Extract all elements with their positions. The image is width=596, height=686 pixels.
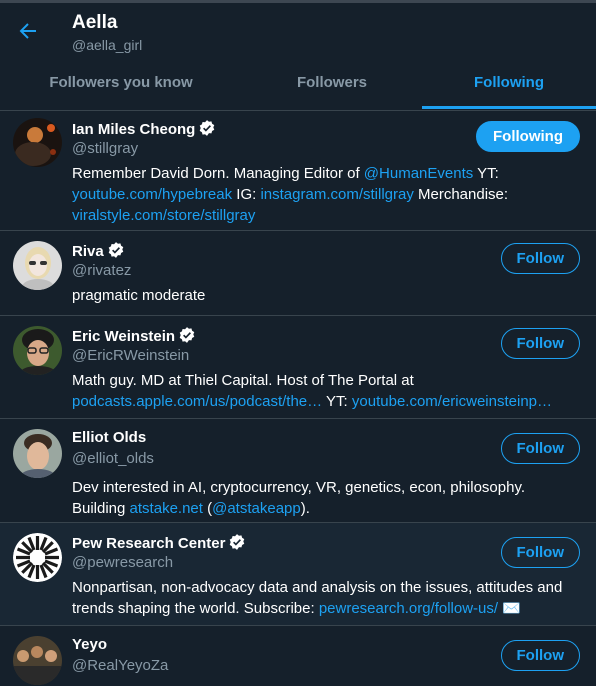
bio-text: Merchandise: xyxy=(413,186,509,203)
avatar[interactable] xyxy=(13,636,62,685)
back-arrow-icon[interactable] xyxy=(16,19,40,43)
verified-badge-icon xyxy=(178,326,196,348)
tab-bar: Followers you know Followers Following xyxy=(0,59,596,111)
user-name[interactable]: Ian Miles Cheong xyxy=(72,119,216,141)
bio-text: IG: xyxy=(232,186,261,203)
profile-header: Aella @aella_girl xyxy=(0,3,596,59)
user-handle: @stillgray xyxy=(72,140,139,157)
bio-link[interactable]: podcasts.apple.com/us/podcast/the… xyxy=(72,393,322,410)
bio-text: Math guy. MD at Thiel Capital. Host of T… xyxy=(72,372,414,389)
user-name[interactable]: Pew Research Center xyxy=(72,533,246,555)
follow-button[interactable]: Follow xyxy=(500,328,580,359)
active-tab-indicator xyxy=(422,106,596,109)
bio-text: ✉️ xyxy=(498,600,521,617)
profile-handle: @aella_girl xyxy=(72,37,143,53)
avatar[interactable] xyxy=(13,533,62,582)
user-bio: Nonpartisan, non-advocacy data and analy… xyxy=(72,577,580,619)
list-item[interactable]: Riva @rivatez Follow pragmatic moderate xyxy=(0,231,596,316)
tab-followers-you-know[interactable]: Followers you know xyxy=(0,59,242,108)
list-item[interactable]: Eric Weinstein @EricRWeinstein Follow Ma… xyxy=(0,316,596,419)
user-handle: @pewresearch xyxy=(72,554,174,571)
user-name[interactable]: Riva xyxy=(72,241,125,263)
user-name[interactable]: Yeyo xyxy=(72,636,107,653)
bio-text: ( xyxy=(202,500,213,517)
bio-link[interactable]: pewresearch.org/follow-us/ xyxy=(319,600,498,617)
bio-text: YT: xyxy=(322,393,352,410)
follow-button[interactable]: Follow xyxy=(500,640,580,671)
user-bio: Remember David Dorn. Managing Editor of … xyxy=(72,163,580,226)
profile-name: Aella xyxy=(72,12,118,33)
avatar[interactable] xyxy=(13,326,62,375)
bio-link[interactable]: atstake.net xyxy=(130,500,203,517)
follow-button[interactable]: Follow xyxy=(500,243,580,274)
avatar[interactable] xyxy=(13,118,62,167)
tab-following[interactable]: Following xyxy=(422,59,596,108)
follow-button[interactable]: Follow xyxy=(500,537,580,568)
follow-button[interactable]: Follow xyxy=(500,433,580,464)
list-item[interactable]: Ian Miles Cheong @stillgray Following Re… xyxy=(0,111,596,231)
list-item[interactable]: Yeyo @RealYeyoZa Follow xyxy=(0,626,596,686)
list-item[interactable]: Elliot Olds @elliot_olds Follow Dev inte… xyxy=(0,419,596,523)
bio-link[interactable]: youtube.com/hypebreak xyxy=(72,186,232,203)
bio-text: YT: xyxy=(473,165,499,182)
list-item[interactable]: Pew Research Center @pewresearch Follow … xyxy=(0,523,596,626)
user-bio: Dev interested in AI, cryptocurrency, VR… xyxy=(72,477,580,519)
verified-badge-icon xyxy=(228,533,246,555)
user-handle: @EricRWeinstein xyxy=(72,347,190,364)
bio-link[interactable]: viralstyle.com/store/stillgray xyxy=(72,207,255,224)
user-handle: @rivatez xyxy=(72,262,132,279)
user-bio: pragmatic moderate xyxy=(72,285,580,306)
following-button[interactable]: Following xyxy=(476,121,580,152)
verified-badge-icon xyxy=(198,119,216,141)
user-handle: @RealYeyoZa xyxy=(72,657,169,674)
following-list: Ian Miles Cheong @stillgray Following Re… xyxy=(0,111,596,686)
bio-text: Remember David Dorn. Managing Editor of xyxy=(72,165,364,182)
bio-text: pragmatic moderate xyxy=(72,287,206,304)
avatar[interactable] xyxy=(13,241,62,290)
user-handle: @elliot_olds xyxy=(72,450,154,467)
user-bio: Math guy. MD at Thiel Capital. Host of T… xyxy=(72,370,580,412)
bio-link[interactable]: @atstakeapp xyxy=(212,500,301,517)
verified-badge-icon xyxy=(107,241,125,263)
user-name[interactable]: Elliot Olds xyxy=(72,429,146,446)
user-name[interactable]: Eric Weinstein xyxy=(72,326,196,348)
bio-link[interactable]: @HumanEvents xyxy=(364,165,473,182)
bio-link[interactable]: youtube.com/ericweinsteinp… xyxy=(352,393,552,410)
tab-followers[interactable]: Followers xyxy=(242,59,422,108)
bio-link[interactable]: instagram.com/stillgray xyxy=(260,186,413,203)
avatar[interactable] xyxy=(13,429,62,478)
bio-text: ). xyxy=(300,500,310,517)
